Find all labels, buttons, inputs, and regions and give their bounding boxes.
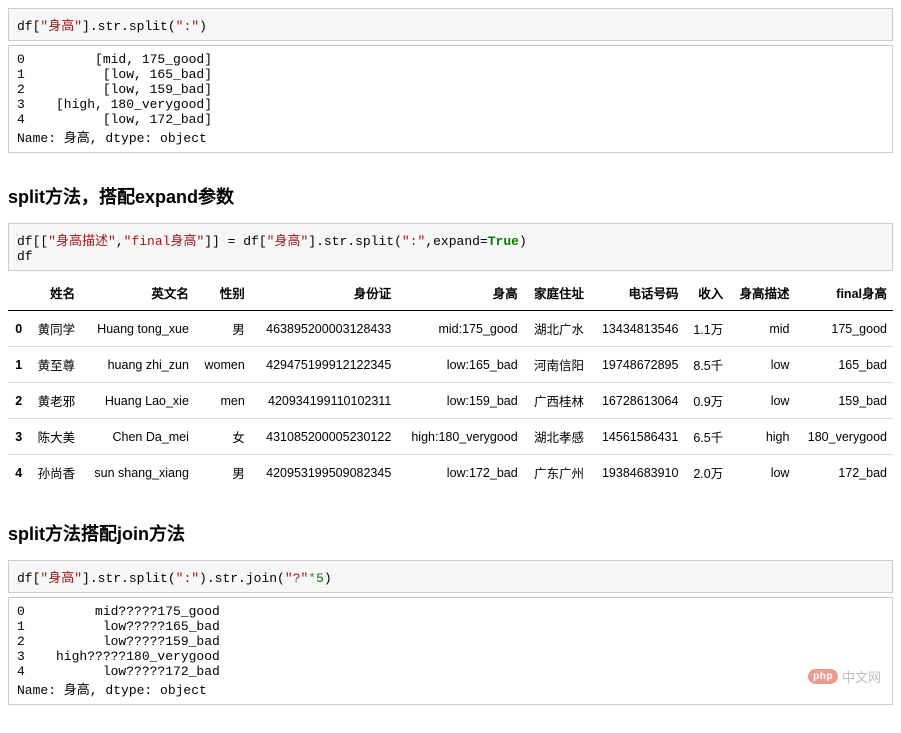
table-cell: 172_bad: [795, 455, 893, 491]
table-cell: men: [195, 383, 251, 419]
table-cell: low: [729, 347, 795, 383]
table-cell: 3: [8, 419, 28, 455]
table-cell: sun shang_xiang: [81, 455, 195, 491]
table-row: 1黄至尊huang zhi_zunwomen429475199912122345…: [8, 347, 893, 383]
table-cell: 420934199110102311: [251, 383, 398, 419]
table-cell: 2: [8, 383, 28, 419]
table-cell: 175_good: [795, 311, 893, 347]
table-cell: mid: [729, 311, 795, 347]
table-cell: low: [729, 383, 795, 419]
table-cell: 431085200005230122: [251, 419, 398, 455]
heading-split-expand: split方法，搭配expand参数: [8, 183, 893, 209]
table-cell: 1.1万: [684, 311, 729, 347]
table-row: 2黄老邪Huang Lao_xiemen420934199110102311lo…: [8, 383, 893, 419]
table-cell: 0: [8, 311, 28, 347]
table-cell: 2.0万: [684, 455, 729, 491]
code-cell-2: df[["身高描述","final身高"]] = df["身高"].str.sp…: [8, 223, 893, 271]
table-cell: low: [729, 455, 795, 491]
table-cell: mid:175_good: [397, 311, 523, 347]
table-cell: 湖北广水: [524, 311, 590, 347]
table-cell: Huang tong_xue: [81, 311, 195, 347]
table-cell: 420953199509082345: [251, 455, 398, 491]
table-header-row: 姓名 英文名 性别 身份证 身高 家庭住址 电话号码 收入 身高描述 final…: [8, 275, 893, 311]
table-cell: 河南信阳: [524, 347, 590, 383]
table-cell: 陈大美: [28, 419, 81, 455]
table-cell: 6.5千: [684, 419, 729, 455]
table-cell: Huang Lao_xie: [81, 383, 195, 419]
table-cell: 463895200003128433: [251, 311, 398, 347]
table-cell: 广西桂林: [524, 383, 590, 419]
table-cell: 男: [195, 311, 251, 347]
table-cell: 19748672895: [590, 347, 685, 383]
table-cell: low:159_bad: [397, 383, 523, 419]
table-cell: 女: [195, 419, 251, 455]
dataframe-table: 姓名 英文名 性别 身份证 身高 家庭住址 电话号码 收入 身高描述 final…: [8, 275, 893, 490]
code-cell-3: df["身高"].str.split(":").str.join("?"*5): [8, 560, 893, 593]
table-row: 0黄同学Huang tong_xue男463895200003128433mid…: [8, 311, 893, 347]
table-cell: 19384683910: [590, 455, 685, 491]
table-cell: huang zhi_zun: [81, 347, 195, 383]
table-cell: 429475199912122345: [251, 347, 398, 383]
table-cell: 黄老邪: [28, 383, 81, 419]
table-row: 3陈大美Chen Da_mei女431085200005230122high:1…: [8, 419, 893, 455]
table-cell: 4: [8, 455, 28, 491]
table-cell: high: [729, 419, 795, 455]
table-row: 4孙尚香sun shang_xiang男420953199509082345lo…: [8, 455, 893, 491]
table-cell: 13434813546: [590, 311, 685, 347]
table-cell: 广东广州: [524, 455, 590, 491]
table-cell: women: [195, 347, 251, 383]
table-cell: 159_bad: [795, 383, 893, 419]
table-cell: high:180_verygood: [397, 419, 523, 455]
table-cell: 14561586431: [590, 419, 685, 455]
table-cell: 孙尚香: [28, 455, 81, 491]
heading-split-join: split方法搭配join方法: [8, 520, 893, 546]
table-cell: 1: [8, 347, 28, 383]
table-cell: 黄同学: [28, 311, 81, 347]
output-block-1: 0 [mid, 175_good] 1 [low, 165_bad] 2 [lo…: [8, 45, 893, 153]
table-cell: Chen Da_mei: [81, 419, 195, 455]
table-cell: 男: [195, 455, 251, 491]
table-cell: 16728613064: [590, 383, 685, 419]
table-cell: 180_verygood: [795, 419, 893, 455]
table-cell: low:165_bad: [397, 347, 523, 383]
table-cell: 黄至尊: [28, 347, 81, 383]
table-cell: 165_bad: [795, 347, 893, 383]
table-cell: 湖北孝感: [524, 419, 590, 455]
table-cell: low:172_bad: [397, 455, 523, 491]
output-block-3: 0 mid?????175_good 1 low?????165_bad 2 l…: [8, 597, 893, 705]
table-cell: 8.5千: [684, 347, 729, 383]
code-cell-1: df["身高"].str.split(":"): [8, 8, 893, 41]
table-cell: 0.9万: [684, 383, 729, 419]
